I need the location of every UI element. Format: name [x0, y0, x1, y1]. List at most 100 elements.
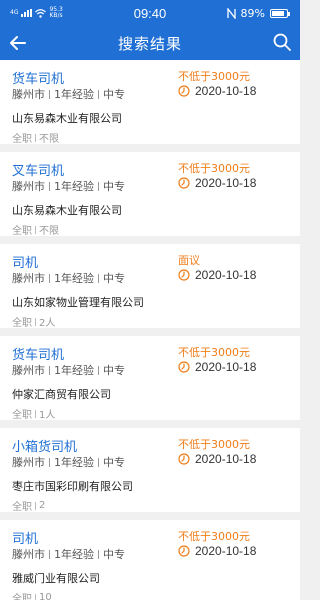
job-salary: 不低于3000元 [178, 162, 250, 175]
job-salary: 不低于3000元 [178, 438, 250, 451]
clock-time: 09:40 [133, 6, 167, 21]
job-footer: 全职 2 [12, 498, 45, 513]
job-headcount: 2 [39, 500, 46, 511]
divider [98, 181, 99, 191]
divider [35, 593, 36, 600]
job-card[interactable]: 司机 不低于3000元 滕州市 1年经验 中专 2020-10-18 雅威门业有… [0, 520, 300, 600]
divider [49, 365, 50, 375]
job-date-wrap: 2020-10-18 [178, 176, 256, 190]
status-right: 89% [226, 6, 290, 20]
job-type: 全职 [12, 318, 32, 329]
job-title[interactable]: 小箱货司机 [12, 436, 77, 455]
job-date-wrap: 2020-10-18 [178, 544, 256, 558]
back-arrow-icon[interactable] [8, 33, 28, 53]
job-date: 2020-10-18 [195, 544, 257, 558]
divider [98, 457, 99, 467]
divider [98, 549, 99, 559]
job-type: 全职 [12, 226, 32, 237]
job-footer: 全职 1人 [12, 406, 55, 421]
job-meta: 滕州市 1年经验 中专 [12, 270, 125, 286]
divider [49, 273, 50, 283]
job-salary: 面议 [178, 254, 200, 267]
status-bar: 4G 95.3 KB/s 09:40 89% [0, 0, 300, 26]
job-card[interactable]: 小箱货司机 不低于3000元 滕州市 1年经验 中专 2020-10-18 枣庄… [0, 428, 300, 513]
job-headcount: 1人 [39, 410, 56, 421]
divider [98, 89, 99, 99]
job-date-wrap: 2020-10-18 [178, 268, 256, 282]
job-education: 中专 [103, 548, 125, 561]
job-headcount: 2人 [39, 318, 56, 329]
job-type: 全职 [12, 410, 32, 421]
network-label: 4G [10, 9, 19, 16]
job-experience: 1年经验 [54, 180, 94, 193]
job-salary: 不低于3000元 [178, 70, 250, 83]
wifi-icon [35, 8, 47, 18]
divider [35, 133, 36, 142]
job-footer: 全职 不限 [12, 222, 59, 237]
job-meta: 滕州市 1年经验 中专 [12, 362, 125, 378]
search-icon[interactable] [272, 32, 292, 52]
job-title[interactable]: 货车司机 [12, 68, 64, 87]
job-type: 全职 [12, 594, 32, 600]
job-date-wrap: 2020-10-18 [178, 360, 256, 374]
job-education: 中专 [103, 272, 125, 285]
job-type: 全职 [12, 134, 32, 145]
network-status: 4G 95.3 KB/s [10, 7, 63, 19]
job-meta: 滕州市 1年经验 中专 [12, 454, 125, 470]
job-city: 滕州市 [12, 456, 45, 469]
job-list: 货车司机 不低于3000元 滕州市 1年经验 中专 2020-10-18 山东易… [0, 60, 300, 600]
job-title[interactable]: 叉车司机 [12, 160, 64, 179]
divider [35, 225, 36, 234]
job-title[interactable]: 司机 [12, 252, 38, 271]
divider [35, 409, 36, 418]
clock-icon [178, 177, 190, 189]
battery-icon [270, 8, 290, 18]
job-salary: 不低于3000元 [178, 346, 250, 359]
job-card[interactable]: 叉车司机 不低于3000元 滕州市 1年经验 中专 2020-10-18 山东易… [0, 152, 300, 237]
divider [49, 549, 50, 559]
clock-icon [178, 269, 190, 281]
speed-unit: KB/s [49, 12, 63, 19]
job-type: 全职 [12, 502, 32, 513]
company-name: 山东易森木业有限公司 [12, 112, 122, 125]
job-city: 滕州市 [12, 548, 45, 561]
nav-bar: 搜索结果 [0, 26, 300, 60]
job-meta: 滕州市 1年经验 中专 [12, 178, 125, 194]
job-city: 滕州市 [12, 364, 45, 377]
job-meta: 滕州市 1年经验 中专 [12, 86, 125, 102]
job-date: 2020-10-18 [195, 176, 257, 190]
signal-icon [21, 9, 33, 17]
job-date: 2020-10-18 [195, 452, 257, 466]
job-city: 滕州市 [12, 180, 45, 193]
job-salary: 不低于3000元 [178, 530, 250, 543]
job-experience: 1年经验 [54, 456, 94, 469]
job-card[interactable]: 货车司机 不低于3000元 滕州市 1年经验 中专 2020-10-18 仲家汇… [0, 336, 300, 421]
divider [49, 89, 50, 99]
job-date: 2020-10-18 [195, 268, 257, 282]
divider [35, 317, 36, 326]
page-title: 搜索结果 [117, 34, 182, 53]
divider [98, 365, 99, 375]
job-city: 滕州市 [12, 88, 45, 101]
divider [98, 273, 99, 283]
job-education: 中专 [103, 180, 125, 193]
job-title[interactable]: 司机 [12, 528, 38, 547]
network-speed: 95.3 KB/s [49, 7, 62, 19]
job-date-wrap: 2020-10-18 [178, 452, 256, 466]
job-footer: 全职 2人 [12, 314, 55, 329]
job-education: 中专 [103, 456, 125, 469]
job-headcount: 10 [39, 592, 52, 600]
job-date-wrap: 2020-10-18 [178, 84, 256, 98]
job-footer: 全职 不限 [12, 130, 59, 145]
job-city: 滕州市 [12, 272, 45, 285]
divider [49, 181, 50, 191]
clock-icon [178, 85, 190, 97]
company-name: 枣庄市国彩印刷有限公司 [12, 480, 133, 493]
job-education: 中专 [103, 88, 125, 101]
job-title[interactable]: 货车司机 [12, 344, 64, 363]
job-footer: 全职 10 [12, 590, 52, 600]
job-experience: 1年经验 [54, 548, 94, 561]
battery-percent: 89% [240, 6, 265, 20]
job-card[interactable]: 司机 面议 滕州市 1年经验 中专 2020-10-18 山东如家物业管理有限公… [0, 244, 300, 329]
job-card[interactable]: 货车司机 不低于3000元 滕州市 1年经验 中专 2020-10-18 山东易… [0, 60, 300, 145]
